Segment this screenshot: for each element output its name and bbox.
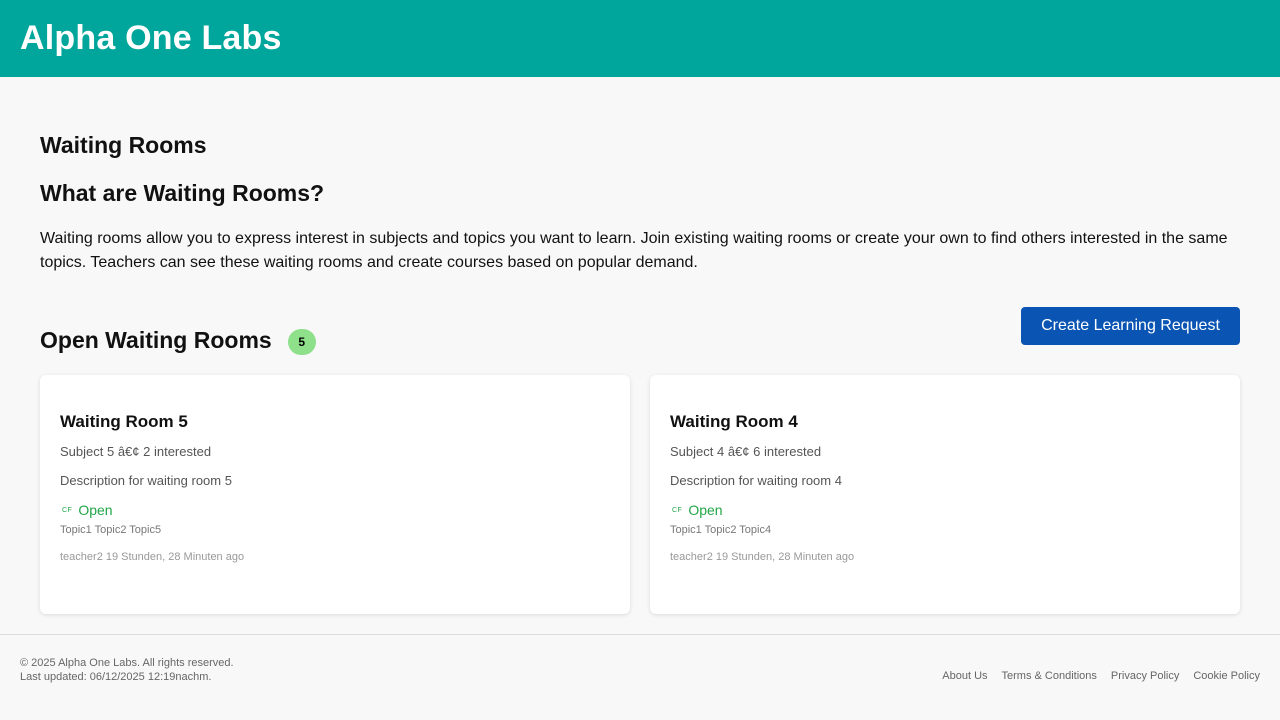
open-rooms-heading: Open Waiting Rooms 5 [40,325,316,355]
card-meta: Subject 4 â€¢ 6 interested [670,444,822,459]
card-description: Description for waiting room 5 [60,473,232,488]
last-updated-text: Last updated: 06/12/2025 12:19nachm. [20,671,212,683]
footer-link-privacy[interactable]: Privacy Policy [1111,670,1179,682]
open-rooms-title: Open Waiting Rooms [40,326,272,353]
waiting-room-card[interactable]: Waiting Room 4 Subject 4 â€¢ 6 intereste… [650,375,1240,614]
card-description: Description for waiting room 4 [670,473,842,488]
intro-text: Waiting rooms allow you to express inter… [40,230,1228,271]
create-learning-request-button[interactable]: Create Learning Request [1021,307,1240,345]
status-open: CF Open [670,502,1220,518]
waiting-room-list: Waiting Room 5 Subject 5 â€¢ 2 intereste… [40,375,1240,614]
copyright-text: © 2025 Alpha One Labs. All rights reserv… [20,657,234,669]
waiting-room-card[interactable]: Waiting Room 5 Subject 5 â€¢ 2 intereste… [40,375,630,614]
section-title: What are Waiting Rooms? [40,180,325,206]
footer-link-about-us[interactable]: About Us [942,670,987,682]
count-badge: 5 [287,329,316,355]
card-title[interactable]: Waiting Room 4 [670,412,1220,432]
card-topics: Topic1 Topic2 Topic4 [670,524,772,536]
status-icon: CF [62,506,73,514]
status-icon: CF [672,506,683,514]
footer-link-terms[interactable]: Terms & Conditions [1002,670,1097,682]
brand-logo-text[interactable]: Alpha One Labs [20,19,282,58]
page-title: Waiting Rooms [40,132,207,158]
card-meta: Subject 5 â€¢ 2 interested [60,444,212,459]
site-footer: © 2025 Alpha One Labs. All rights reserv… [0,634,1280,720]
status-label: Open [688,502,723,518]
card-topics: Topic1 Topic2 Topic5 [60,524,162,536]
status-label: Open [78,502,113,518]
footer-copyright: © 2025 Alpha One Labs. All rights reserv… [20,656,234,684]
card-footer: teacher2 19 Stunden, 28 Minuten ago [670,551,855,563]
site-header: Alpha One Labs [0,0,1280,77]
status-open: CF Open [60,502,610,518]
card-footer: teacher2 19 Stunden, 28 Minuten ago [60,551,245,563]
card-title[interactable]: Waiting Room 5 [60,412,610,432]
footer-link-cookie[interactable]: Cookie Policy [1193,670,1260,682]
footer-links: About Us Terms & Conditions Privacy Poli… [942,670,1260,682]
